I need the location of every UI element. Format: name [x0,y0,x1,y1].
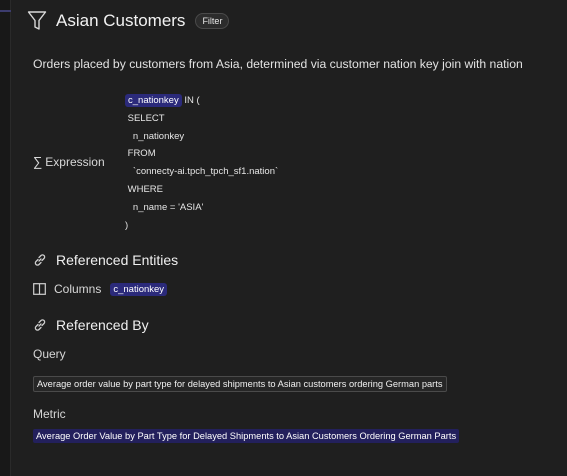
link-icon [33,253,47,267]
query-label: Query [33,347,66,361]
column-chip[interactable]: c_nationkey [110,282,168,296]
referenced-by-heading: Referenced By [33,317,149,333]
expression-label: ∑ Expression [33,154,105,169]
rail-indicator [0,10,11,12]
code-line: n_name = 'ASIA' [125,201,204,213]
metric-label: Metric [33,407,66,421]
section-title-text: Referenced By [56,317,149,333]
code-line: FROM [125,148,156,160]
code-line: ) [125,219,129,231]
code-line: n_nationkey [125,130,185,142]
metric-item[interactable]: Average Order Value by Part Type for Del… [33,429,460,443]
link-icon [33,318,47,332]
section-title-text: Referenced Entities [56,252,179,268]
description: Orders placed by customers from Asia, de… [33,57,523,71]
expression-code: c_nationkey IN ( SELECT n_nationkey FROM… [125,92,278,234]
code-line: c_nationkey IN ( [125,92,278,110]
code-line: `connecty-ai.tpch_tpch_sf1.nation` [125,166,279,178]
code-text: IN ( [181,95,200,106]
page-title: Asian Customers [56,11,186,30]
referenced-entities-heading: Referenced Entities [33,252,178,268]
panel-header: Asian Customers Filter [27,10,230,32]
left-rail [0,0,11,476]
filter-icon [27,10,47,32]
code-line: WHERE [125,183,163,195]
columns-label: Columns [54,282,102,296]
columns-row: Columns c_nationkey [33,282,168,296]
code-line: SELECT [125,112,165,124]
column-chip[interactable]: c_nationkey [125,94,182,107]
query-item[interactable]: Average order value by part type for del… [33,376,447,392]
columns-icon [33,283,46,295]
expression-label-text: Expression [45,154,105,169]
type-badge: Filter [195,13,230,29]
sigma-icon: ∑ [33,154,43,169]
